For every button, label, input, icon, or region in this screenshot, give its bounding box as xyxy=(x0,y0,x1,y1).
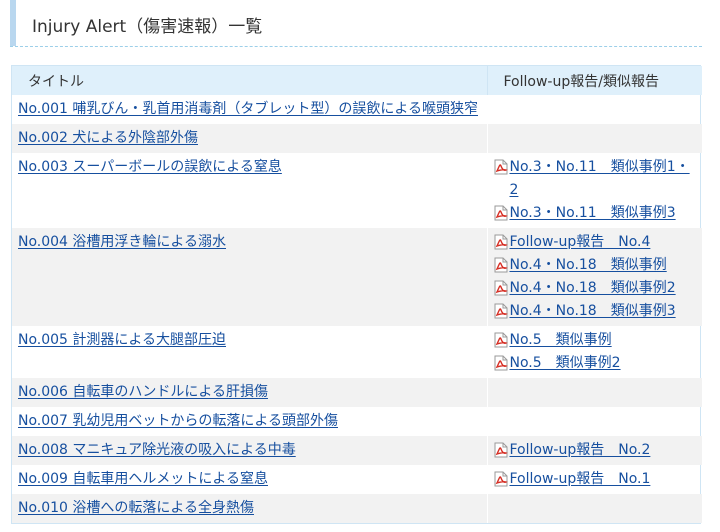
pdf-report-link[interactable]: No.4・No.18 類似事例3 xyxy=(510,300,676,323)
title-cell: No.006 自転車のハンドルによる肝損傷 xyxy=(12,378,488,407)
followup-link-item[interactable]: Follow-up報告 No.2 xyxy=(494,439,698,462)
injury-alert-title-link[interactable]: No.001 哺乳びん・乳首用消毒剤（タブレット型）の誤飲による喉頭狭窄 xyxy=(18,101,478,117)
injury-alert-title-link[interactable]: No.005 計測器による大腿部圧迫 xyxy=(18,332,226,348)
followup-link-item[interactable]: Follow-up報告 No.4 xyxy=(494,231,698,254)
title-cell: No.002 犬による外陰部外傷 xyxy=(12,124,488,153)
followup-links-cell xyxy=(487,95,702,124)
title-divider xyxy=(10,46,702,47)
pdf-report-link[interactable]: No.3・No.11 類似事例1・2 xyxy=(510,156,698,202)
table-row: No.003 スーパーボールの誤飲による窒息 No.3・No.11 類似事例1・2… xyxy=(12,153,702,228)
title-cell: No.004 浴槽用浮き輪による溺水 xyxy=(12,228,488,326)
injury-alert-title-link[interactable]: No.004 浴槽用浮き輪による溺水 xyxy=(18,234,226,250)
pdf-icon xyxy=(494,471,508,487)
injury-alert-title-link[interactable]: No.009 自転車用ヘルメットによる窒息 xyxy=(18,471,268,487)
title-cell: No.001 哺乳びん・乳首用消毒剤（タブレット型）の誤飲による喉頭狭窄 xyxy=(12,95,488,124)
pdf-icon xyxy=(494,303,508,319)
table-header-row: タイトル Follow-up報告/類似報告 xyxy=(12,66,702,95)
followup-links-cell xyxy=(487,378,702,407)
followup-link-item[interactable]: No.4・No.18 類似事例2 xyxy=(494,277,698,300)
followup-links-cell: No.3・No.11 類似事例1・2 No.3・No.11 類似事例3 xyxy=(487,153,702,228)
title-cell: No.005 計測器による大腿部圧迫 xyxy=(12,326,488,378)
title-cell: No.010 浴槽への転落による全身熱傷 xyxy=(12,494,488,523)
pdf-icon xyxy=(494,442,508,458)
followup-link-item[interactable]: No.3・No.11 類似事例3 xyxy=(494,202,698,225)
table-row: No.007 乳幼児用ベットからの転落による頭部外傷 xyxy=(12,407,702,436)
injury-alert-title-link[interactable]: No.002 犬による外陰部外傷 xyxy=(18,130,198,146)
pdf-icon xyxy=(494,280,508,296)
injury-alert-page: Injury Alert（傷害速報）一覧 タイトル Follow-up報告/類似… xyxy=(0,0,720,532)
injury-alert-title-link[interactable]: No.003 スーパーボールの誤飲による窒息 xyxy=(18,159,282,175)
followup-links-cell: Follow-up報告 No.2 xyxy=(487,436,702,465)
pdf-report-link[interactable]: Follow-up報告 No.4 xyxy=(510,231,651,254)
pdf-report-link[interactable]: No.4・No.18 類似事例 xyxy=(510,254,667,277)
pdf-report-link[interactable]: No.5 類似事例2 xyxy=(510,352,621,375)
injury-alert-title-link[interactable]: No.006 自転車のハンドルによる肝損傷 xyxy=(18,384,268,400)
page-title: Injury Alert（傷害速報）一覧 xyxy=(32,17,263,37)
followup-links-cell xyxy=(487,124,702,153)
title-cell: No.007 乳幼児用ベットからの転落による頭部外傷 xyxy=(12,407,488,436)
followup-link-item[interactable]: No.4・No.18 類似事例 xyxy=(494,254,698,277)
table-row: No.010 浴槽への転落による全身熱傷 xyxy=(12,494,702,523)
table-row: No.002 犬による外陰部外傷 xyxy=(12,124,702,153)
injury-alert-table-container: タイトル Follow-up報告/類似報告 No.001 哺乳びん・乳首用消毒剤… xyxy=(11,65,702,524)
injury-alert-title-link[interactable]: No.010 浴槽への転落による全身熱傷 xyxy=(18,500,254,516)
page-title-block: Injury Alert（傷害速報）一覧 xyxy=(10,0,702,46)
pdf-icon xyxy=(494,159,508,175)
injury-alert-title-link[interactable]: No.007 乳幼児用ベットからの転落による頭部外傷 xyxy=(18,413,338,429)
pdf-report-link[interactable]: No.5 類似事例 xyxy=(510,329,612,352)
pdf-report-link[interactable]: No.4・No.18 類似事例2 xyxy=(510,277,676,300)
pdf-icon xyxy=(494,332,508,348)
followup-link-item[interactable]: Follow-up報告 No.1 xyxy=(494,468,698,491)
table-body: No.001 哺乳びん・乳首用消毒剤（タブレット型）の誤飲による喉頭狭窄 No.0… xyxy=(12,95,702,523)
followup-link-item[interactable]: No.4・No.18 類似事例3 xyxy=(494,300,698,323)
pdf-report-link[interactable]: Follow-up報告 No.1 xyxy=(510,468,651,491)
pdf-report-link[interactable]: Follow-up報告 No.2 xyxy=(510,439,651,462)
table-row: No.008 マニキュア除光液の吸入による中毒 Follow-up報告 No.2 xyxy=(12,436,702,465)
title-cell: No.009 自転車用ヘルメットによる窒息 xyxy=(12,465,488,494)
table-row: No.001 哺乳びん・乳首用消毒剤（タブレット型）の誤飲による喉頭狭窄 xyxy=(12,95,702,124)
table-row: No.009 自転車用ヘルメットによる窒息 Follow-up報告 No.1 xyxy=(12,465,702,494)
title-cell: No.008 マニキュア除光液の吸入による中毒 xyxy=(12,436,488,465)
table-row: No.006 自転車のハンドルによる肝損傷 xyxy=(12,378,702,407)
title-column-header: タイトル xyxy=(12,66,488,95)
pdf-icon xyxy=(494,234,508,250)
table-row: No.004 浴槽用浮き輪による溺水 Follow-up報告 No.4 No.4・N… xyxy=(12,228,702,326)
pdf-report-link[interactable]: No.3・No.11 類似事例3 xyxy=(510,202,676,225)
injury-alert-title-link[interactable]: No.008 マニキュア除光液の吸入による中毒 xyxy=(18,442,296,458)
followup-links-cell: Follow-up報告 No.1 xyxy=(487,465,702,494)
followup-link-item[interactable]: No.3・No.11 類似事例1・2 xyxy=(494,156,698,202)
injury-alert-table: タイトル Follow-up報告/類似報告 No.001 哺乳びん・乳首用消毒剤… xyxy=(12,66,702,523)
table-row: No.005 計測器による大腿部圧迫 No.5 類似事例 No.5 類似事例2 xyxy=(12,326,702,378)
followup-column-header: Follow-up報告/類似報告 xyxy=(487,66,702,95)
title-cell: No.003 スーパーボールの誤飲による窒息 xyxy=(12,153,488,228)
followup-links-cell xyxy=(487,407,702,436)
pdf-icon xyxy=(494,355,508,371)
followup-link-item[interactable]: No.5 類似事例 xyxy=(494,329,698,352)
followup-links-cell: Follow-up報告 No.4 No.4・No.18 類似事例 No.4・No.1… xyxy=(487,228,702,326)
pdf-icon xyxy=(494,257,508,273)
followup-links-cell: No.5 類似事例 No.5 類似事例2 xyxy=(487,326,702,378)
pdf-icon xyxy=(494,205,508,221)
followup-link-item[interactable]: No.5 類似事例2 xyxy=(494,352,698,375)
followup-links-cell xyxy=(487,494,702,523)
